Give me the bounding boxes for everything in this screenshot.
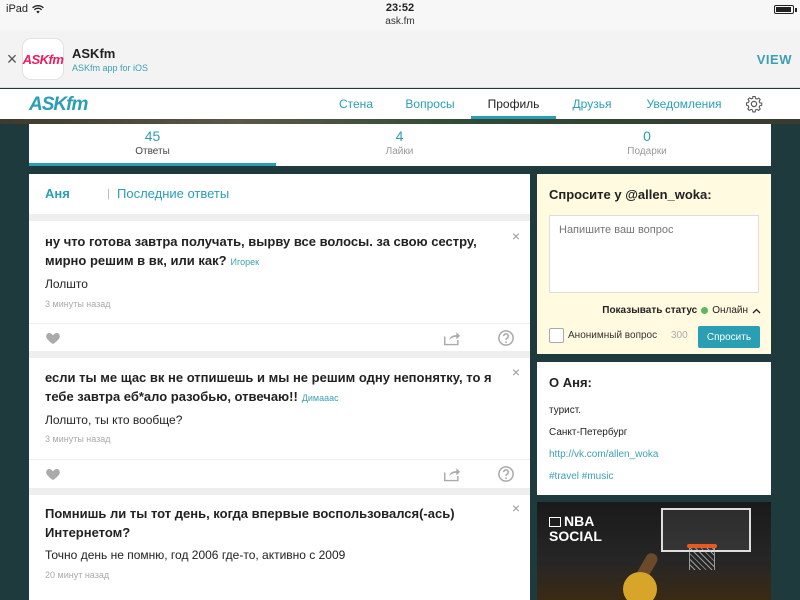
header-separator: | [107,186,111,200]
address-bar-url[interactable]: ask.fm [0,16,800,27]
stat-likes-label: Лайки [385,146,414,157]
player-graphic [623,572,657,600]
card-actions [29,459,530,487]
askfm-logo[interactable]: ASKfm [29,94,88,116]
divider [29,214,530,221]
stat-gifts[interactable]: 0 Подарки [523,124,771,166]
nba-social-ad[interactable]: NBA SOCIAL [537,502,771,600]
stat-likes-count: 4 [395,128,404,144]
battery-icon [774,5,794,14]
gear-icon[interactable] [745,95,763,113]
about-bio: турист. [549,405,581,416]
about-panel: О Аня: турист. Санкт-Петербург http://vk… [537,362,771,495]
battery-tip [795,8,797,12]
stat-answers[interactable]: 45 Ответы [29,124,276,166]
question-input[interactable] [549,215,759,293]
stat-gifts-count: 0 [643,128,651,144]
tab-friends[interactable]: Друзья [562,89,622,119]
banner-subtitle: ASKfm app for iOS [72,63,149,73]
show-status-label: Показывать статус [602,305,698,316]
divider [29,351,530,358]
question-body: если ты ме щас вк не отпишешь и мы не ре… [45,370,492,404]
status-bar: iPad 23:52 ask.fm [0,0,800,30]
answer-card: Помнишь ли ты тот день, когда впервые во… [29,495,530,600]
profile-stats: 45 Ответы 4 Лайки 0 Подарки [29,124,771,166]
tab-wall[interactable]: Стена [327,89,385,119]
online-label: Онлайн [712,305,748,316]
heart-icon[interactable] [45,466,61,482]
banner-title: ASKfm [72,46,116,61]
stat-gifts-label: Подарки [627,146,667,157]
tv-icon [549,517,561,528]
close-icon[interactable]: × [510,229,522,243]
answer-text: Точно день не помню, год 2006 где-то, ак… [45,548,346,562]
answer-card: если ты ме щас вк не отпишешь и мы не ре… [29,358,530,488]
status-time: 23:52 [385,2,415,14]
answer-time[interactable]: 20 минут назад [45,570,109,580]
question-text: Помнишь ли ты тот день, когда впервые во… [45,504,505,542]
tab-questions[interactable]: Вопросы [395,89,465,119]
close-icon[interactable]: × [510,365,522,379]
char-counter: 300 [671,330,688,341]
smart-app-banner: × ASKfm ASKfm ASKfm app for iOS VIEW [0,30,800,88]
recent-answers-link[interactable]: Последние ответы [117,186,229,201]
stat-likes[interactable]: 4 Лайки [276,124,523,166]
share-icon[interactable] [443,466,461,482]
question-author[interactable]: Игорек [231,257,260,267]
question-author[interactable]: Димааас [302,393,339,403]
tab-profile[interactable]: Профиль [471,89,556,119]
divider [29,488,530,495]
answer-text: Лолшто, ты кто вообще? [45,413,183,427]
about-city: Санкт-Петербург [549,427,628,438]
heart-icon[interactable] [45,330,61,346]
question-text: ну что готова завтра получать, вырву все… [45,232,505,272]
about-web-link[interactable]: http://vk.com/allen_woka [549,449,659,460]
question-text: если ты ме щас вк не отпишешь и мы не ре… [45,368,505,408]
answer-card: ну что готова завтра получать, вырву все… [29,221,530,351]
chevron-up-icon [752,308,761,313]
close-icon[interactable]: × [510,501,522,515]
ask-question-panel: Спросите у @allen_woka: Показывать стату… [537,174,771,354]
ad-line1: NBA [564,513,595,529]
feed-header: Аня | Последние ответы [29,174,530,214]
about-hashtags[interactable]: #travel #music [549,471,613,482]
share-icon[interactable] [443,330,461,346]
basketball-net-graphic [689,548,715,570]
card-actions [29,323,530,351]
anonymous-label: Анонимный вопрос [568,330,658,341]
ask-title: Спросите у @allen_woka: [549,187,712,202]
stat-answers-count: 45 [144,128,161,144]
question-body: ну что готова завтра получать, вырву все… [45,234,477,268]
main-navbar: ASKfm Стена Вопросы Профиль Друзья Уведо… [0,89,800,119]
show-status-toggle[interactable]: Показывать статус Онлайн [602,305,761,316]
ad-line2: SOCIAL [549,528,602,544]
answer-time[interactable]: 3 минуты назад [45,434,111,444]
user-name-link[interactable]: Аня [45,186,70,201]
anonymous-checkbox[interactable] [549,328,564,343]
app-icon-text: ASKfm [22,51,64,67]
view-app-button[interactable]: VIEW [757,52,792,67]
app-icon[interactable]: ASKfm [22,38,64,80]
stat-answers-label: Ответы [135,146,170,157]
question-mark-icon[interactable] [497,465,515,483]
about-title: О Аня: [549,375,592,390]
online-dot-icon [701,307,709,314]
question-mark-icon[interactable] [497,329,515,347]
answer-text: Лолшто [45,277,88,291]
answer-time[interactable]: 3 минуты назад [45,299,111,309]
close-icon[interactable]: × [4,50,20,68]
ask-submit-button[interactable]: Спросить [698,326,760,348]
nba-social-logo: NBA SOCIAL [549,514,602,544]
tab-notifications[interactable]: Уведомления [634,89,734,119]
question-body: Помнишь ли ты тот день, когда впервые во… [45,506,455,540]
